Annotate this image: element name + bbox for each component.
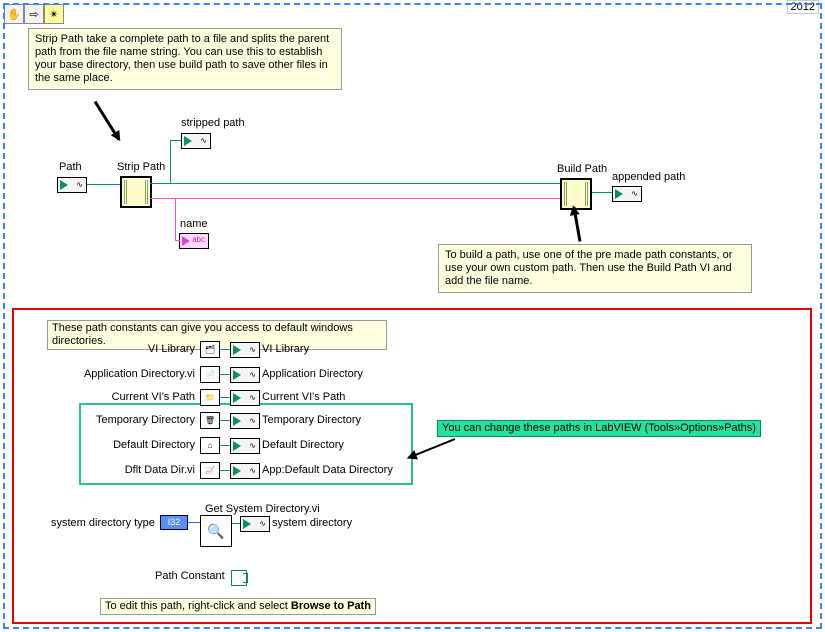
wire	[170, 140, 171, 183]
wire	[232, 523, 240, 524]
strip-node-label: Strip Path	[117, 161, 165, 173]
wire	[220, 349, 230, 350]
dflt-data-icon[interactable]: 📈	[200, 462, 220, 479]
change-paths-hint: You can change these paths in LabVIEW (T…	[437, 420, 761, 437]
const-label: Application Directory.vi	[84, 368, 195, 380]
name-label: name	[180, 218, 208, 230]
const-label: Default Directory	[113, 439, 195, 451]
wire	[220, 397, 230, 398]
sysdir-title: Get System Directory.vi	[205, 503, 320, 515]
wire	[220, 374, 230, 375]
name-terminal[interactable]: abc	[179, 233, 209, 249]
path-in-terminal[interactable]: ∿	[57, 177, 87, 193]
wire	[170, 140, 181, 141]
wire	[220, 445, 230, 446]
const-label: VI Library	[148, 343, 195, 355]
default-dir-icon[interactable]: ⌂	[200, 437, 220, 454]
edit-path-hint-text: To edit this path, right-click and selec…	[105, 600, 371, 612]
stripped-path-label: stripped path	[181, 117, 245, 129]
const-out-label: Current VI's Path	[262, 391, 345, 403]
const-out-label: Temporary Directory	[262, 414, 361, 426]
path-in-label: Path	[59, 161, 82, 173]
appended-path-label: appended path	[612, 171, 685, 183]
sysdir-type-terminal[interactable]: I32	[160, 515, 188, 530]
wire	[220, 420, 230, 421]
dflt-data-out[interactable]: ∿	[230, 463, 260, 479]
wire	[220, 470, 230, 471]
strip-path-node[interactable]	[120, 176, 152, 208]
temp-dir-out[interactable]: ∿	[230, 413, 260, 429]
sysdir-type-label: system directory type	[51, 517, 155, 529]
vi-library-icon[interactable]: 🗂	[200, 341, 220, 358]
sysdir-out[interactable]: ∿	[240, 516, 270, 532]
stripped-path-terminal[interactable]: ∿	[181, 133, 211, 149]
wire	[175, 198, 176, 240]
wire	[188, 522, 200, 523]
const-out-label: App:Default Data Directory	[262, 464, 393, 476]
default-dir-out[interactable]: ∿	[230, 438, 260, 454]
const-label: Current VI's Path	[112, 391, 195, 403]
const-out-label: VI Library	[262, 343, 309, 355]
wire	[175, 240, 180, 241]
cur-vi-icon[interactable]: 📁	[200, 389, 220, 406]
app-dir-icon[interactable]: 📄	[200, 366, 220, 383]
sysdir-out-label: system directory	[272, 517, 352, 529]
build-path-comment: To build a path, use one of the pre made…	[438, 244, 752, 293]
sysdir-node[interactable]: 🔍	[200, 515, 232, 547]
edit-path-hint: To edit this path, right-click and selec…	[100, 598, 376, 615]
const-out-label: Default Directory	[262, 439, 344, 451]
path-constant[interactable]	[231, 570, 247, 586]
path-constant-label: Path Constant	[155, 570, 225, 582]
wire	[150, 183, 560, 184]
build-node-label: Build Path	[557, 163, 607, 175]
app-dir-out[interactable]: ∿	[230, 367, 260, 383]
wire	[592, 192, 612, 193]
const-out-label: Application Directory	[262, 368, 363, 380]
temp-dir-icon[interactable]: 🗑	[200, 412, 220, 429]
const-label: Temporary Directory	[96, 414, 195, 426]
strip-path-comment: Strip Path take a complete path to a fil…	[28, 28, 342, 90]
vi-library-out[interactable]: ∿	[230, 342, 260, 358]
wire	[87, 184, 120, 185]
wire	[150, 198, 560, 199]
appended-path-terminal[interactable]: ∿	[612, 186, 642, 202]
const-label: Dflt Data Dir.vi	[125, 464, 195, 476]
cur-vi-out[interactable]: ∿	[230, 390, 260, 406]
